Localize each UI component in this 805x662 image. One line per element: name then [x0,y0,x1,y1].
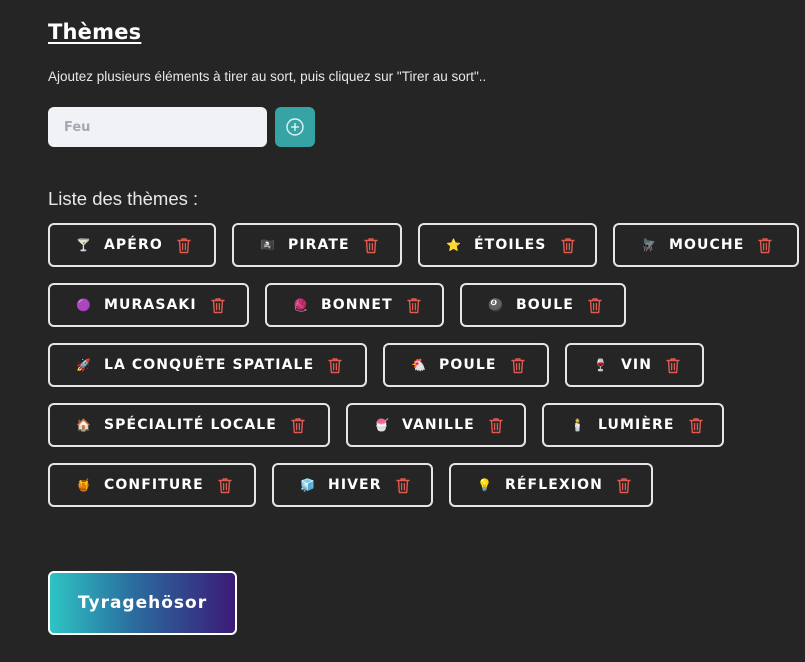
theme-tag-label: RÉFLEXION [505,477,603,493]
trash-icon[interactable] [291,417,305,434]
theme-emoji-icon: 🍸 [76,238,91,252]
trash-icon[interactable] [395,477,410,494]
theme-tag: 🕯️ LUMIÈRE [542,403,724,447]
theme-emoji-icon: 🚀 [76,358,91,372]
theme-tag: 🚀 LA CONQUÊTE SPATIALE [48,343,367,387]
theme-emoji-icon: 🍯 [76,478,91,492]
trash-icon[interactable] [758,237,773,254]
theme-tag-label: MURASAKI [104,297,197,313]
theme-tag: 🏠 SPÉCIALITÉ LOCALE [48,403,330,447]
trash-icon[interactable] [510,357,525,374]
plus-circle-icon [286,118,304,136]
theme-emoji-icon: 🐔 [411,358,426,372]
instructions-text: Ajoutez plusieurs éléments à tirer au so… [48,69,487,84]
trash-icon[interactable] [666,357,680,374]
theme-tag-label: POULE [439,357,497,373]
theme-tag-label: LUMIÈRE [598,417,675,433]
theme-emoji-icon: 💡 [477,478,492,492]
theme-tag: 🍧 VANILLE [346,403,526,447]
theme-tag: 🧊 HIVER [272,463,433,507]
theme-tag-label: SPÉCIALITÉ LOCALE [104,417,277,433]
draw-button[interactable]: Tyragehösor [48,571,237,635]
theme-tag-label: BONNET [321,297,393,313]
theme-tag: 🏴‍☠️ PIRATE [232,223,402,267]
theme-tag-label: MOUCHE [669,237,745,253]
theme-tag: 🪰 MOUCHE [613,223,799,267]
theme-emoji-icon: 🧊 [300,478,315,492]
theme-tag: 🟣 MURASAKI [48,283,249,327]
trash-icon[interactable] [407,297,421,314]
trash-icon[interactable] [211,297,225,314]
trash-icon[interactable] [560,237,575,254]
theme-tag: 🍷 VIN [565,343,704,387]
theme-emoji-icon: 🎱 [488,298,503,312]
theme-tag: 🍯 CONFITURE [48,463,256,507]
theme-tag-label: CONFITURE [104,477,204,493]
theme-tag-label: HIVER [328,477,382,493]
trash-icon[interactable] [328,357,342,374]
themes-page: Thèmes Ajoutez plusieurs éléments à tire… [0,0,805,662]
trash-icon[interactable] [489,417,503,434]
theme-tag-label: APÉRO [104,237,163,253]
add-theme-button[interactable] [275,107,315,147]
theme-emoji-icon: 🍷 [593,358,608,372]
theme-tag: ⭐ ÉTOILES [418,223,597,267]
trash-icon[interactable] [364,237,378,254]
add-theme-row [48,107,315,147]
trash-icon[interactable] [218,477,232,494]
theme-tag-label: ÉTOILES [474,237,547,253]
theme-tag-label: LA CONQUÊTE SPATIALE [104,357,315,373]
theme-tag-label: PIRATE [288,237,350,253]
trash-icon[interactable] [688,417,703,434]
theme-tag: 💡 RÉFLEXION [449,463,653,507]
trash-icon[interactable] [588,297,602,314]
theme-input[interactable] [48,107,267,147]
theme-emoji-icon: 🏴‍☠️ [260,238,275,252]
theme-emoji-icon: 🟣 [76,298,91,312]
theme-emoji-icon: ⭐ [446,238,461,252]
theme-emoji-icon: 🪰 [641,238,656,252]
theme-tag: 🧶 BONNET [265,283,444,327]
trash-icon[interactable] [177,237,191,254]
theme-emoji-icon: 🕯️ [570,418,585,432]
theme-tag-label: VIN [621,357,653,373]
page-title: Thèmes [48,20,142,44]
theme-emoji-icon: 🏠 [76,418,91,432]
theme-tag: 🐔 POULE [383,343,549,387]
theme-tag: 🍸 APÉRO [48,223,216,267]
theme-tag: 🎱 BOULE [460,283,626,327]
theme-emoji-icon: 🍧 [374,418,389,432]
theme-tag-label: BOULE [516,297,574,313]
theme-emoji-icon: 🧶 [293,298,308,312]
theme-tag-label: VANILLE [402,417,475,433]
theme-list-label: Liste des thèmes : [48,188,199,209]
trash-icon[interactable] [617,477,631,494]
